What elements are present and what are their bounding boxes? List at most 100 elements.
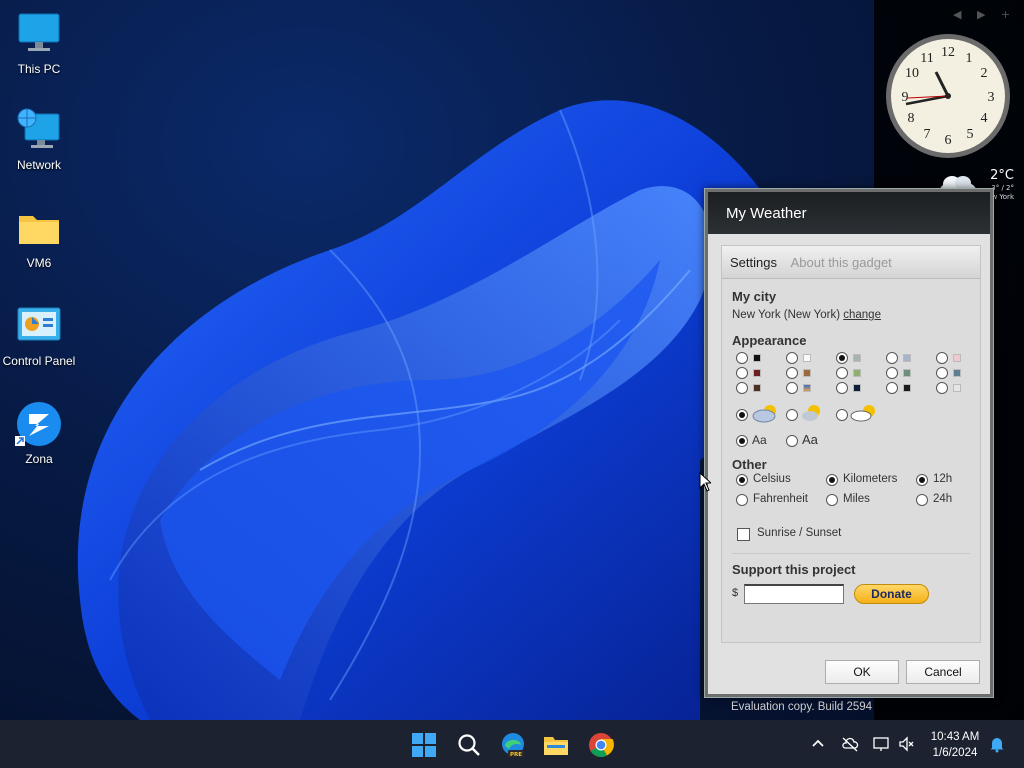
skin-swatch	[753, 369, 761, 377]
cloud-sun-color-icon	[752, 405, 776, 423]
desktop-icon-label: VM6	[26, 256, 52, 270]
svg-text:6: 6	[945, 133, 952, 148]
skin-radio[interactable]	[736, 352, 748, 364]
skin-radio[interactable]	[936, 352, 948, 364]
zona-app-icon	[15, 402, 61, 446]
desktop-icon-network[interactable]: Network	[0, 106, 78, 172]
skin-radio[interactable]	[886, 382, 898, 394]
mini-temp-range: 3° / 2°	[991, 184, 1014, 192]
currency-symbol: $	[732, 587, 739, 599]
skin-radio[interactable]	[736, 367, 748, 379]
my-city-heading: My city	[732, 289, 777, 304]
skin-swatch	[803, 369, 811, 377]
fahrenheit-radio[interactable]	[736, 494, 748, 506]
12h-radio[interactable]	[916, 474, 928, 486]
svg-text:3: 3	[988, 90, 995, 105]
my-weather-settings-dialog: My Weather Settings About this gadget My…	[704, 188, 994, 698]
skin-radio[interactable]	[786, 352, 798, 364]
svg-text:10: 10	[905, 66, 919, 81]
skin-radio[interactable]	[836, 382, 848, 394]
sidebar-nav-arrows[interactable]: ◀ ▶ +	[953, 8, 1016, 21]
skin-radio-selected[interactable]	[836, 352, 848, 364]
skin-radio[interactable]	[886, 367, 898, 379]
city-name: New York (New York)	[732, 309, 841, 321]
skin-radio[interactable]	[886, 352, 898, 364]
svg-text:11: 11	[920, 51, 933, 66]
skin-radio[interactable]	[786, 367, 798, 379]
sunrise-sunset-checkbox[interactable]	[737, 528, 750, 541]
folder-icon	[19, 216, 59, 244]
font-style-radio[interactable]	[786, 435, 798, 447]
tab-about[interactable]: About this gadget	[791, 255, 892, 270]
font-sample-2: Aa	[802, 432, 818, 447]
skin-swatch	[853, 369, 861, 377]
network-icon[interactable]	[872, 735, 890, 753]
skin-swatch	[853, 384, 861, 392]
desktop-icon-zona[interactable]: Zona	[0, 400, 78, 466]
24h-radio[interactable]	[916, 494, 928, 506]
kilometers-label: Kilometers	[843, 473, 898, 485]
edge-beta-icon[interactable]: PRE	[500, 732, 526, 758]
24h-label: 24h	[933, 493, 953, 505]
icon-style-radio[interactable]	[786, 409, 798, 421]
desktop-icon-vm6[interactable]: VM6	[0, 204, 78, 270]
file-explorer-icon[interactable]	[543, 732, 569, 758]
start-icon[interactable]	[411, 732, 437, 758]
volume-muted-icon[interactable]	[898, 735, 916, 753]
search-icon[interactable]	[456, 732, 482, 758]
desktop-icon-this-pc[interactable]: This PC	[0, 10, 78, 76]
svg-text:4: 4	[981, 111, 988, 126]
svg-text:5: 5	[967, 127, 974, 142]
settings-content: Settings About this gadget My city New Y…	[721, 245, 981, 643]
tray-clock[interactable]: 10:43 AM 1/6/2024	[924, 729, 986, 761]
clock-gadget[interactable]: 12 12 345 678 91011	[884, 32, 1012, 160]
notification-bell-icon[interactable]	[988, 735, 1006, 753]
chevron-up-icon[interactable]	[809, 735, 827, 753]
desktop-icon-label: Control Panel	[2, 354, 76, 368]
donate-button[interactable]: Donate	[854, 584, 929, 604]
svg-text:1: 1	[966, 51, 973, 66]
kilometers-radio[interactable]	[826, 474, 838, 486]
tray-time: 10:43 AM	[930, 731, 980, 743]
monitor-icon	[18, 13, 60, 51]
dialog-panel: Settings About this gadget My city New Y…	[708, 234, 990, 694]
skin-radio[interactable]	[936, 367, 948, 379]
appearance-heading: Appearance	[732, 333, 807, 348]
12h-label: 12h	[933, 473, 953, 485]
skin-swatch	[903, 354, 911, 362]
cancel-button[interactable]: Cancel	[906, 660, 980, 684]
desktop-icon-label: Zona	[25, 452, 53, 466]
svg-text:12: 12	[941, 45, 955, 60]
skin-radio[interactable]	[786, 382, 798, 394]
donate-amount-input[interactable]	[744, 584, 844, 604]
skin-swatch	[953, 354, 961, 362]
miles-radio[interactable]	[826, 494, 838, 506]
font-sample-1: Aa	[752, 433, 767, 447]
sunrise-sunset-label: Sunrise / Sunset	[757, 527, 842, 539]
tab-settings[interactable]: Settings	[730, 255, 777, 270]
mouse-cursor-icon	[699, 472, 711, 492]
skin-swatch	[903, 384, 911, 392]
other-heading: Other	[732, 457, 767, 472]
chrome-icon[interactable]	[588, 732, 614, 758]
font-style-radio-selected[interactable]	[736, 435, 748, 447]
cloud-sun-small-icon	[802, 405, 820, 421]
skin-swatch	[953, 384, 961, 392]
celsius-label: Celsius	[753, 473, 791, 485]
skin-swatch	[953, 369, 961, 377]
cloud-offline-icon[interactable]	[841, 735, 859, 753]
icon-style-radio[interactable]	[836, 409, 848, 421]
skin-radio[interactable]	[836, 367, 848, 379]
svg-text:7: 7	[924, 127, 931, 142]
icon-style-radio-selected[interactable]	[736, 409, 748, 421]
desktop-icon-label: This PC	[17, 62, 61, 76]
ok-button[interactable]: OK	[825, 660, 899, 684]
change-city-link[interactable]: change	[843, 309, 881, 321]
skin-radio[interactable]	[736, 382, 748, 394]
tray-date: 1/6/2024	[932, 747, 978, 759]
desktop-icon-control-panel[interactable]: Control Panel	[0, 302, 78, 368]
skin-radio[interactable]	[936, 382, 948, 394]
dialog-title[interactable]: My Weather	[708, 192, 990, 234]
celsius-radio[interactable]	[736, 474, 748, 486]
miles-label: Miles	[843, 493, 870, 505]
